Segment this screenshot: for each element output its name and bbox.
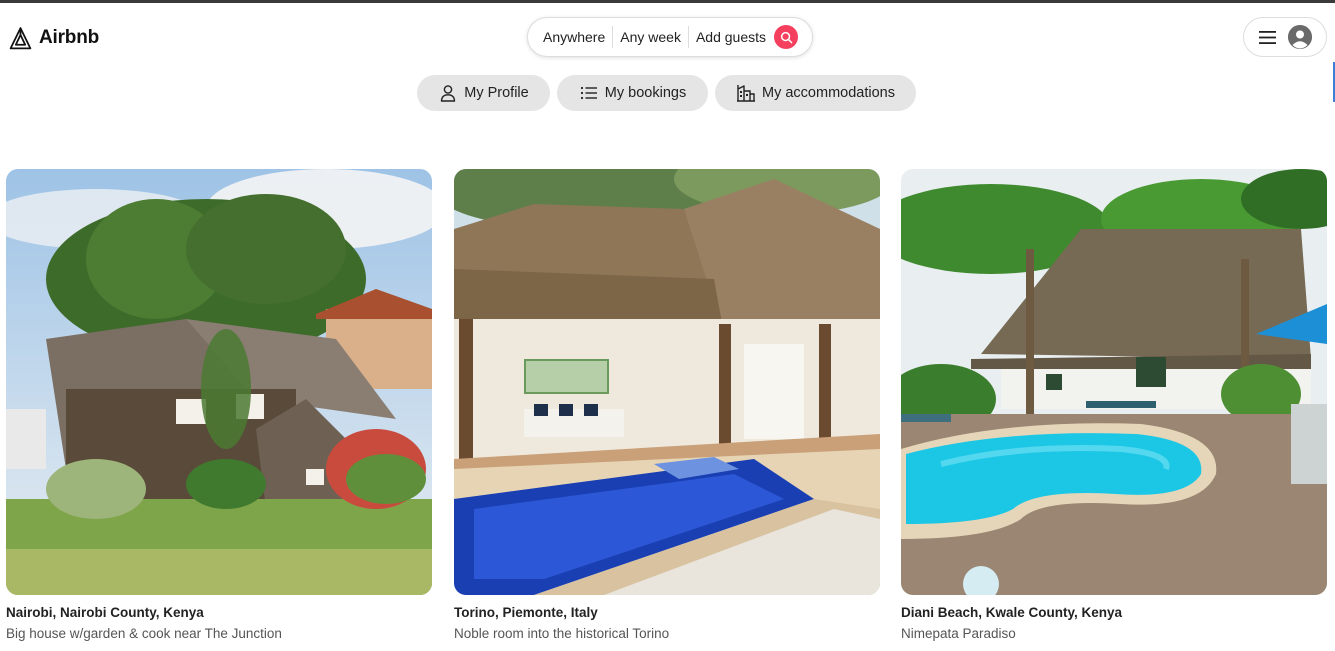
building-icon	[737, 85, 756, 102]
window-top-border	[0, 0, 1335, 3]
airbnb-logo[interactable]: Airbnb	[8, 24, 99, 52]
tab-my-bookings[interactable]: My bookings	[557, 75, 708, 111]
search-divider	[612, 26, 614, 48]
tab-my-profile-label: My Profile	[464, 85, 529, 101]
search-anywhere-button[interactable]: Anywhere	[543, 29, 605, 45]
listing-title: Big house w/garden & cook near The Junct…	[6, 626, 282, 641]
search-bar[interactable]: Anywhere Any week Add guests	[527, 17, 813, 57]
thatched-villa-with-pool-photo[interactable]	[454, 169, 880, 595]
search-divider	[687, 26, 689, 48]
list-icon	[580, 86, 597, 100]
search-add-guests-button[interactable]: Add guests	[696, 29, 766, 45]
listing-title: Noble room into the historical Torino	[454, 626, 670, 641]
listing-card[interactable]: Diani Beach, Kwale County, Kenya Nimepat…	[901, 169, 1327, 641]
user-menu-button[interactable]	[1243, 17, 1327, 57]
airbnb-logo-icon	[9, 26, 32, 49]
search-icon	[780, 31, 792, 43]
tab-my-accommodations-label: My accommodations	[762, 85, 895, 101]
search-any-week-button[interactable]: Any week	[620, 29, 681, 45]
house-with-garden-photo[interactable]	[6, 169, 432, 595]
palm-garden-pool-photo[interactable]	[901, 169, 1327, 595]
listing-title: Nimepata Paradiso	[901, 626, 1016, 641]
avatar-icon	[1287, 25, 1312, 49]
hamburger-icon	[1258, 30, 1276, 45]
listing-card[interactable]: Torino, Piemonte, Italy Noble room into …	[454, 169, 880, 641]
search-button[interactable]	[774, 25, 799, 49]
brand-name: Airbnb	[39, 27, 100, 48]
listing-card[interactable]: Nairobi, Nairobi County, Kenya Big house…	[6, 169, 432, 641]
tab-my-accommodations[interactable]: My accommodations	[715, 75, 916, 111]
listing-location: Torino, Piemonte, Italy	[454, 605, 598, 620]
tab-my-bookings-label: My bookings	[604, 85, 687, 101]
listing-location: Diani Beach, Kwale County, Kenya	[901, 605, 1123, 620]
user-icon	[441, 85, 456, 102]
tab-my-profile[interactable]: My Profile	[417, 75, 550, 111]
listing-location: Nairobi, Nairobi County, Kenya	[6, 605, 204, 620]
